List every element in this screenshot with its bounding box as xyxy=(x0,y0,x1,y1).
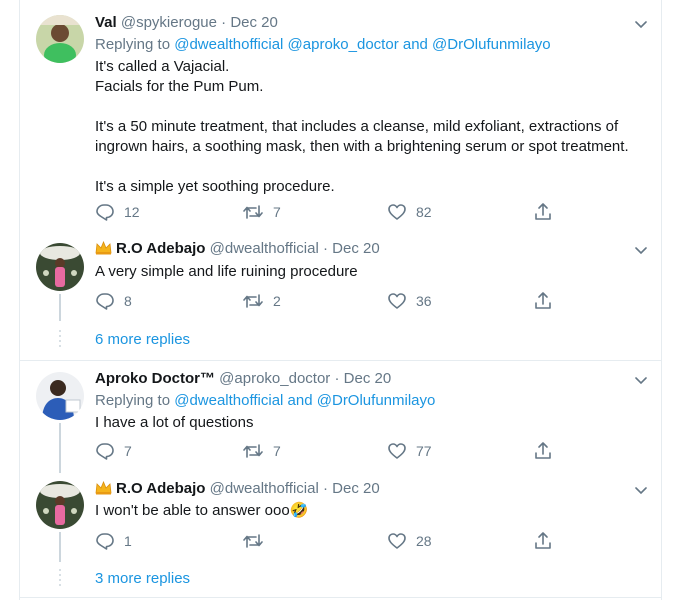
display-name[interactable]: R.O Adebajo xyxy=(116,480,205,497)
heart-icon xyxy=(388,533,406,549)
chevron-down-icon[interactable] xyxy=(634,17,648,31)
like-button[interactable]: 77 xyxy=(387,442,432,460)
thread-connector xyxy=(59,423,61,473)
retweet-button[interactable] xyxy=(242,532,273,550)
tweet-text: It's called a Vajacial. Facials for the … xyxy=(95,58,629,195)
reply-count: 1 xyxy=(124,533,132,549)
replying-to: Replying to @dwealthofficial @aproko_doc… xyxy=(95,35,551,55)
reply-button[interactable]: 1 xyxy=(95,532,132,550)
tweet-date[interactable]: Dec 20 xyxy=(230,14,278,31)
like-button[interactable]: 36 xyxy=(387,292,432,310)
reply-count: 8 xyxy=(124,293,132,309)
chevron-down-icon[interactable] xyxy=(634,243,648,257)
timeline-border-right xyxy=(661,0,662,600)
show-more-replies-link[interactable]: 6 more replies xyxy=(95,330,190,350)
reply-icon xyxy=(96,204,114,221)
tweet-date[interactable]: Dec 20 xyxy=(332,240,380,257)
user-handle[interactable]: @spykierogue xyxy=(121,14,217,31)
retweet-button[interactable]: 2 xyxy=(242,292,281,310)
retweet-icon xyxy=(243,205,263,219)
heart-icon xyxy=(388,204,406,220)
replying-to-handles[interactable]: @dwealthofficial and @DrOlufunmilayo xyxy=(174,392,435,409)
display-name[interactable]: R.O Adebajo xyxy=(116,240,205,257)
divider xyxy=(19,360,662,361)
thread-connector xyxy=(59,294,61,321)
avatar[interactable] xyxy=(36,372,84,420)
date-separator: · xyxy=(322,240,328,257)
chevron-down-icon[interactable] xyxy=(634,483,648,497)
avatar[interactable] xyxy=(36,15,84,63)
avatar[interactable] xyxy=(36,243,84,291)
retweet-count: 7 xyxy=(273,204,281,220)
tweet-header: Aproko Doctor™ @aproko_doctor · Dec 20 xyxy=(95,369,391,389)
like-button[interactable]: 82 xyxy=(387,203,432,221)
crown-emoji-icon xyxy=(95,241,112,255)
retweet-icon xyxy=(243,444,263,458)
timeline-border-left xyxy=(19,0,20,600)
heart-icon xyxy=(388,293,406,309)
tweet-text: I have a lot of questions xyxy=(95,414,254,431)
thread-dots xyxy=(59,569,61,589)
reply-button[interactable]: 12 xyxy=(95,203,140,221)
crown-emoji-icon xyxy=(95,481,112,495)
reply-icon xyxy=(96,443,114,460)
replying-to-handles[interactable]: @dwealthofficial @aproko_doctor and @DrO… xyxy=(174,36,550,53)
share-icon xyxy=(535,292,551,309)
like-button[interactable]: 28 xyxy=(387,532,432,550)
date-separator: · xyxy=(322,480,328,497)
like-count: 36 xyxy=(416,293,432,309)
tweet-header: Val @spykierogue · Dec 20 xyxy=(95,13,278,33)
user-handle[interactable]: @aproko_doctor xyxy=(219,370,330,387)
display-name[interactable]: Val xyxy=(95,14,117,31)
reply-icon xyxy=(96,533,114,550)
reply-button[interactable]: 8 xyxy=(95,292,132,310)
share-icon xyxy=(535,532,551,549)
tweet-date[interactable]: Dec 20 xyxy=(344,370,392,387)
date-separator: · xyxy=(334,370,340,387)
replying-to: Replying to @dwealthofficial and @DrOluf… xyxy=(95,391,435,411)
tweet-text: A very simple and life ruining procedure xyxy=(95,263,358,280)
divider xyxy=(19,597,662,598)
tweet-header: R.O Adebajo @dwealthofficial · Dec 20 xyxy=(95,479,380,499)
retweet-count: 2 xyxy=(273,293,281,309)
thread-connector xyxy=(59,532,61,562)
user-handle[interactable]: @dwealthofficial xyxy=(210,480,319,497)
replying-to-label: Replying to xyxy=(95,392,171,409)
user-handle[interactable]: @dwealthofficial xyxy=(210,240,319,257)
date-separator: · xyxy=(221,14,227,31)
thread-dots xyxy=(59,330,61,350)
like-count: 82 xyxy=(416,204,432,220)
share-icon xyxy=(535,442,551,459)
reply-button[interactable]: 7 xyxy=(95,442,132,460)
tweet-date[interactable]: Dec 20 xyxy=(332,480,380,497)
share-icon xyxy=(535,203,551,220)
chevron-down-icon[interactable] xyxy=(634,373,648,387)
retweet-button[interactable]: 7 xyxy=(242,203,281,221)
share-button[interactable] xyxy=(533,202,553,222)
like-count: 77 xyxy=(416,443,432,459)
reply-count: 7 xyxy=(124,443,132,459)
retweet-button[interactable]: 7 xyxy=(242,442,281,460)
avatar[interactable] xyxy=(36,481,84,529)
share-button[interactable] xyxy=(533,291,553,311)
retweet-icon xyxy=(243,534,263,548)
display-name[interactable]: Aproko Doctor™ xyxy=(95,370,215,387)
replying-to-label: Replying to xyxy=(95,36,171,53)
like-count: 28 xyxy=(416,533,432,549)
share-button[interactable] xyxy=(533,531,553,551)
share-button[interactable] xyxy=(533,441,553,461)
retweet-count: 7 xyxy=(273,443,281,459)
show-more-replies-link[interactable]: 3 more replies xyxy=(95,569,190,589)
reply-icon xyxy=(96,293,114,310)
heart-icon xyxy=(388,443,406,459)
tweet-header: R.O Adebajo @dwealthofficial · Dec 20 xyxy=(95,239,380,259)
tweet-text: I won't be able to answer ooo🤣 xyxy=(95,502,309,519)
retweet-icon xyxy=(243,294,263,308)
reply-count: 12 xyxy=(124,204,140,220)
